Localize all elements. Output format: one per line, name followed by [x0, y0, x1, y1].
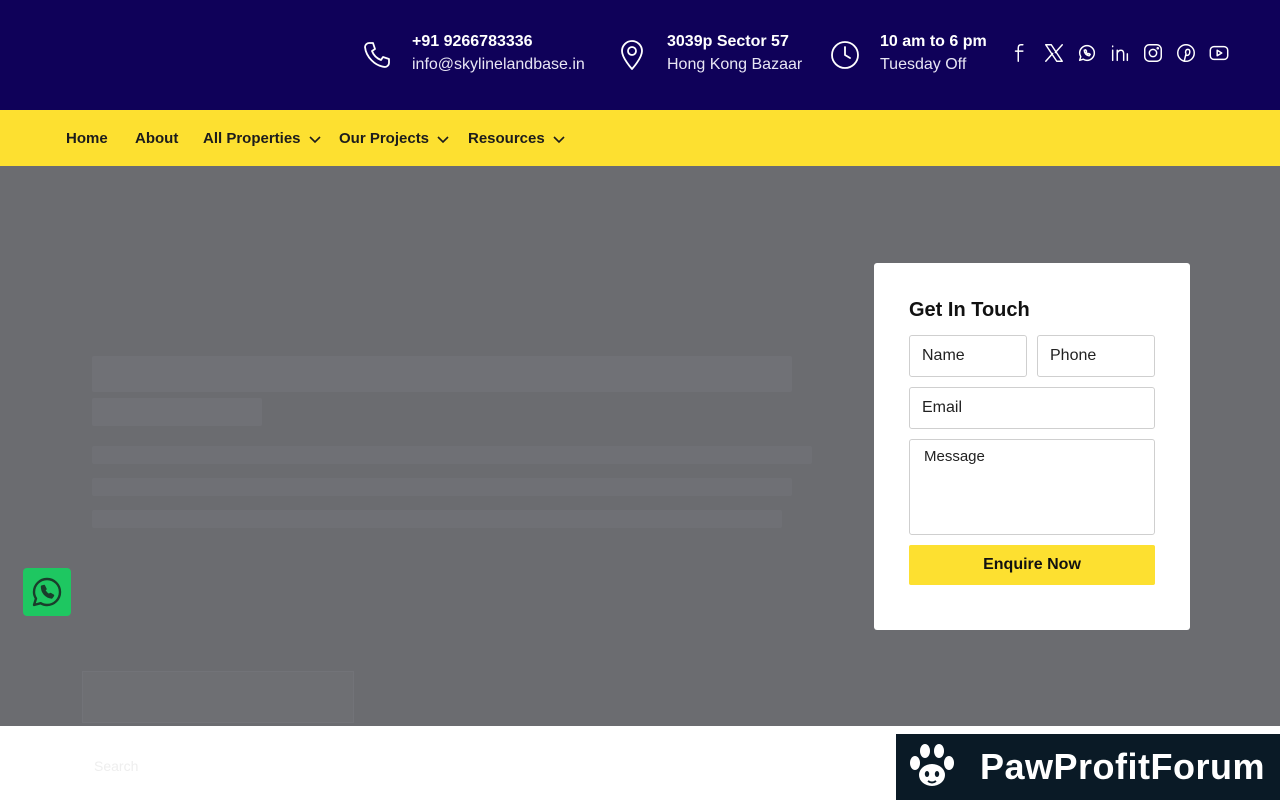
- chevron-down-icon: [437, 132, 449, 144]
- whatsapp-chat-button[interactable]: [23, 568, 71, 616]
- nav-item-label: All Properties: [203, 129, 301, 147]
- linkedin-icon[interactable]: [1109, 41, 1131, 65]
- nav-item-label: About: [135, 129, 179, 147]
- working-hours: 10 am to 6 pm: [880, 33, 987, 50]
- phone-number[interactable]: +91 9266783336: [412, 32, 585, 52]
- form-title: Get In Touch: [909, 299, 1030, 321]
- pawprofitforum-watermark: PawProfitForum: [896, 734, 1280, 800]
- nav-item-resources[interactable]: Resources: [468, 110, 565, 166]
- phone-icon: [360, 38, 394, 72]
- hero-text-placeholder: [92, 446, 812, 464]
- location-pin-icon: [615, 38, 649, 72]
- email-address[interactable]: info@skylinelandbase.in: [412, 52, 585, 78]
- phone-field[interactable]: [1037, 335, 1155, 377]
- off-day: Tuesday Off: [880, 56, 967, 73]
- whatsapp-icon: [32, 577, 62, 607]
- clock-icon: [828, 38, 862, 72]
- address-block: 3039p Sector 57 Hong Kong Bazaar: [615, 32, 802, 78]
- nav-item-label: Our Projects: [339, 129, 430, 147]
- nav-item-our-projects[interactable]: Our Projects: [339, 110, 449, 166]
- address-area: Hong Kong Bazaar: [667, 56, 803, 73]
- top-info-bar: +91 9266783336 info@skylinelandbase.in 3…: [0, 0, 1280, 110]
- x-twitter-icon[interactable]: [1043, 41, 1065, 65]
- address-line: 3039p Sector 57: [667, 33, 789, 50]
- contact-phone-block: +91 9266783336 info@skylinelandbase.in: [360, 32, 585, 78]
- hero-text-placeholder: [92, 478, 792, 496]
- nav-item-label: Resources: [468, 129, 545, 147]
- hero-heading-placeholder: [92, 398, 262, 426]
- nav-item-label: Home: [66, 129, 108, 147]
- chevron-down-icon: [308, 132, 321, 144]
- social-links: [1010, 41, 1230, 65]
- pinterest-icon[interactable]: [1175, 41, 1197, 65]
- hours-block: 10 am to 6 pm Tuesday Off: [828, 32, 987, 78]
- hero-heading-placeholder: [92, 356, 792, 392]
- watermark-text: PawProfitForum: [980, 746, 1266, 787]
- instagram-icon[interactable]: [1142, 41, 1164, 65]
- enquire-now-button[interactable]: Enquire Now: [909, 545, 1155, 585]
- message-field[interactable]: [909, 439, 1155, 535]
- nav-item-home[interactable]: Home: [66, 110, 108, 166]
- chevron-down-icon: [553, 132, 565, 144]
- hero-text-placeholder: [92, 510, 782, 528]
- paw-icon: [910, 744, 954, 786]
- facebook-icon[interactable]: [1010, 41, 1032, 65]
- name-field[interactable]: [909, 335, 1027, 377]
- nav-item-all-properties[interactable]: All Properties: [203, 110, 321, 166]
- email-field[interactable]: [909, 387, 1155, 429]
- main-nav: Home About All Properties Our Projects R…: [0, 110, 1280, 166]
- contact-form-card: Get In Touch Enquire Now: [874, 263, 1190, 630]
- search-label: Search: [94, 758, 139, 774]
- youtube-icon[interactable]: [1208, 41, 1230, 65]
- hero-search-box[interactable]: [82, 671, 354, 723]
- nav-item-about[interactable]: About: [135, 110, 178, 166]
- whatsapp-icon[interactable]: [1076, 41, 1098, 65]
